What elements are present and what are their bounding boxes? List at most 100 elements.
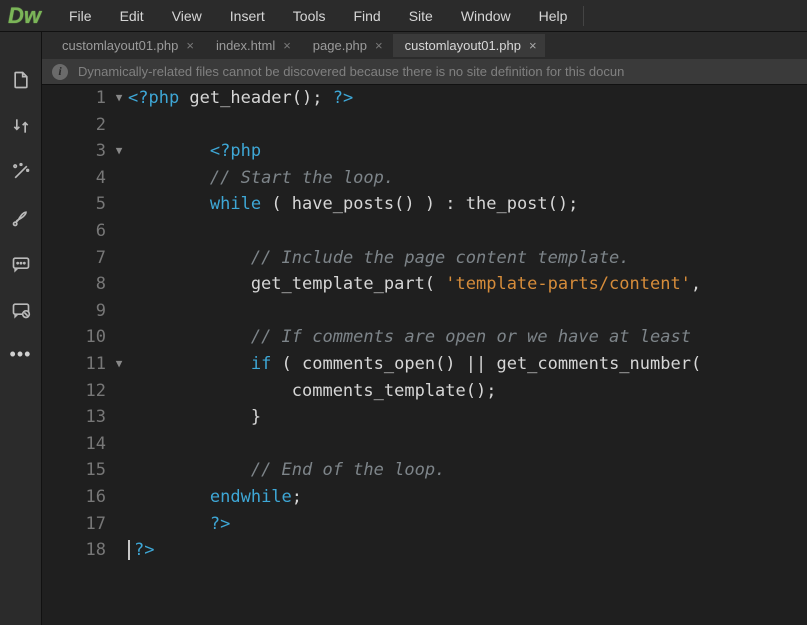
menu-divider: [583, 6, 584, 26]
token: endwhile: [210, 487, 292, 507]
line-number: 10: [42, 324, 110, 351]
code-editor[interactable]: 123456789101112131415161718 ▼▼▼ <?php ge…: [42, 85, 807, 625]
tab-customlayout01-php[interactable]: customlayout01.php×: [50, 34, 202, 57]
token: ( comments_open() || get_comments_number…: [271, 354, 701, 374]
close-icon[interactable]: ×: [283, 38, 291, 53]
close-icon[interactable]: ×: [375, 38, 383, 53]
fold-marker: [110, 457, 128, 484]
menu-site[interactable]: Site: [395, 0, 447, 31]
line-number: 14: [42, 431, 110, 458]
menu-file[interactable]: File: [55, 0, 106, 31]
menu-items: FileEditViewInsertToolsFindSiteWindowHel…: [55, 0, 581, 31]
code-line[interactable]: [128, 431, 807, 458]
code-line[interactable]: // If comments are open or we have at le…: [128, 324, 807, 351]
code-line[interactable]: [128, 218, 807, 245]
token: ( have_posts() ) : the_post();: [261, 194, 578, 214]
document-icon[interactable]: [9, 68, 33, 92]
menu-insert[interactable]: Insert: [216, 0, 279, 31]
token: <?php: [210, 141, 261, 161]
fold-marker: [110, 484, 128, 511]
token: [128, 168, 210, 188]
chevron-down-icon: ▼: [116, 85, 123, 112]
token: if: [251, 354, 271, 374]
fold-column: ▼ ▼ ▼: [110, 85, 128, 625]
code-line[interactable]: get_template_part( 'template-parts/conte…: [128, 271, 807, 298]
token: ?>: [134, 540, 154, 560]
line-number: 11: [42, 351, 110, 378]
code-line[interactable]: // Start the loop.: [128, 165, 807, 192]
fold-marker: [110, 245, 128, 272]
close-icon[interactable]: ×: [529, 38, 537, 53]
token: [128, 194, 210, 214]
token: // If comments are open or we have at le…: [251, 327, 701, 347]
token: ?>: [210, 514, 230, 534]
code-line[interactable]: // End of the loop.: [128, 457, 807, 484]
line-number: 18: [42, 537, 110, 564]
line-number: 17: [42, 511, 110, 538]
code-line[interactable]: if ( comments_open() || get_comments_num…: [128, 351, 807, 378]
fold-marker: [110, 298, 128, 325]
comment-icon[interactable]: [9, 252, 33, 276]
token: }: [128, 407, 261, 427]
tab-page-php[interactable]: page.php ×: [301, 34, 391, 57]
tab-label: page.php: [313, 38, 367, 53]
fold-marker[interactable]: ▼: [110, 351, 128, 378]
code-line[interactable]: // Include the page content template.: [128, 245, 807, 272]
tab-label: index.html: [216, 38, 275, 53]
tab-index-html[interactable]: index.html ×: [204, 34, 299, 57]
line-number: 16: [42, 484, 110, 511]
menu-find[interactable]: Find: [339, 0, 394, 31]
more-icon[interactable]: •••: [10, 344, 32, 365]
fold-marker: [110, 511, 128, 538]
tab-label: customlayout01.php: [405, 38, 521, 53]
code-line[interactable]: [128, 112, 807, 139]
menu-tools[interactable]: Tools: [279, 0, 340, 31]
code-area[interactable]: <?php get_header(); ?> <?php // Start th…: [128, 85, 807, 625]
menu-window[interactable]: Window: [447, 0, 525, 31]
code-line[interactable]: }: [128, 404, 807, 431]
code-line[interactable]: endwhile;: [128, 484, 807, 511]
token: [128, 354, 251, 374]
line-number: 1: [42, 85, 110, 112]
fold-marker[interactable]: ▼: [110, 85, 128, 112]
token: ,: [691, 274, 701, 294]
fold-marker: [110, 324, 128, 351]
line-number: 4: [42, 165, 110, 192]
token: comments_template();: [128, 381, 496, 401]
code-line[interactable]: <?php: [128, 138, 807, 165]
code-line[interactable]: [128, 298, 807, 325]
tab-bar: customlayout01.php×index.html×page.php×c…: [42, 32, 807, 59]
code-line[interactable]: <?php get_header(); ?>: [128, 85, 807, 112]
code-line[interactable]: while ( have_posts() ) : the_post();: [128, 191, 807, 218]
fold-marker: [110, 165, 128, 192]
info-text: Dynamically-related files cannot be disc…: [78, 64, 624, 79]
fold-marker[interactable]: ▼: [110, 138, 128, 165]
comment-disabled-icon[interactable]: [9, 298, 33, 322]
token: [128, 248, 251, 268]
fold-marker: [110, 218, 128, 245]
token: while: [210, 194, 261, 214]
menu-help[interactable]: Help: [525, 0, 582, 31]
code-line[interactable]: ?>: [128, 511, 807, 538]
swap-icon[interactable]: [9, 114, 33, 138]
wand-icon[interactable]: [9, 160, 33, 184]
code-line[interactable]: ?>: [128, 537, 807, 564]
menu-edit[interactable]: Edit: [106, 0, 158, 31]
line-number: 5: [42, 191, 110, 218]
line-number: 15: [42, 457, 110, 484]
tab-customlayout01-php[interactable]: customlayout01.php ×: [393, 34, 545, 57]
line-number: 8: [42, 271, 110, 298]
token: // Include the page content template.: [251, 248, 630, 268]
token: // Start the loop.: [210, 168, 394, 188]
token: [128, 487, 210, 507]
code-line[interactable]: comments_template();: [128, 378, 807, 405]
fold-marker: [110, 112, 128, 139]
menu-view[interactable]: View: [158, 0, 216, 31]
line-gutter: 123456789101112131415161718: [42, 85, 110, 625]
content-area: customlayout01.php×index.html×page.php×c…: [42, 32, 807, 625]
fold-marker: [110, 271, 128, 298]
line-number: 12: [42, 378, 110, 405]
brush-icon[interactable]: [9, 206, 33, 230]
line-number: 2: [42, 112, 110, 139]
close-icon[interactable]: ×: [186, 38, 194, 53]
